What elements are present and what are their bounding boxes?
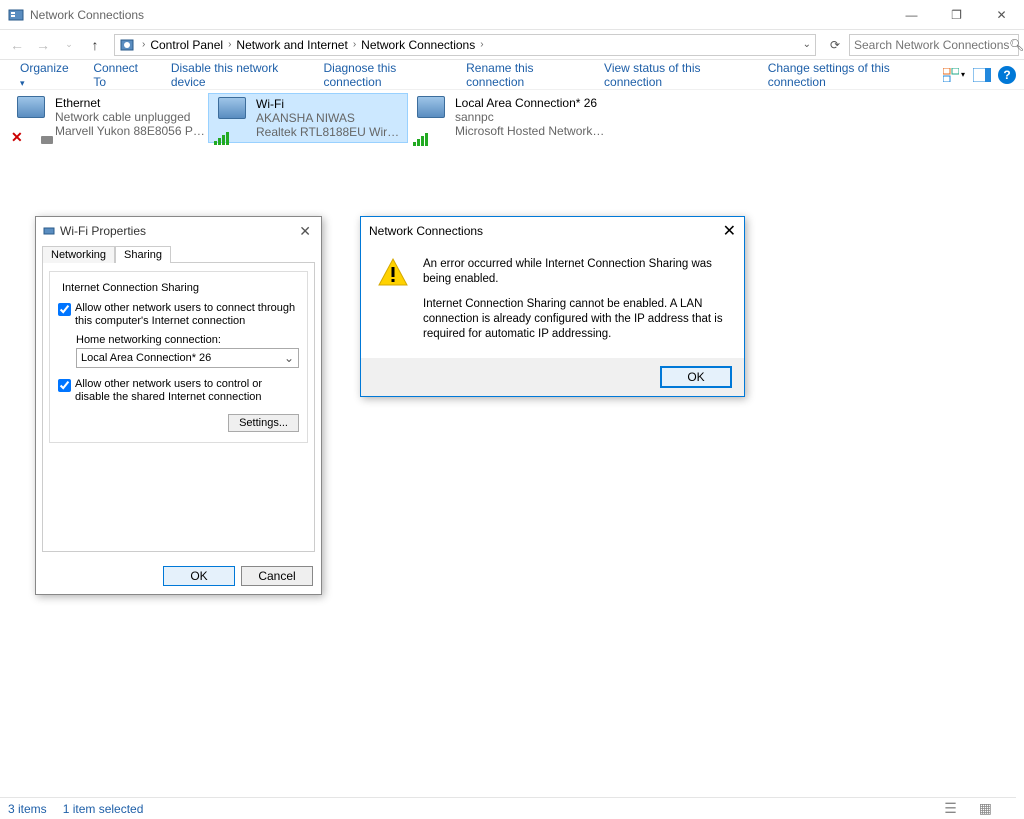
error-ok-button[interactable]: OK <box>660 366 732 388</box>
crumb-control-panel[interactable]: Control Panel <box>148 38 225 52</box>
ethernet-icon: ✕ <box>11 96 51 140</box>
allow-connect-label: Allow other network users to connect thr… <box>75 302 299 328</box>
minimize-button[interactable]: — <box>889 0 934 29</box>
address-history-dropdown[interactable]: ⌄ <box>803 39 811 50</box>
adapter-icon <box>42 224 56 238</box>
connection-item-wifi[interactable]: Wi-Fi AKANSHA NIWAS Realtek RTL8188EU Wi… <box>208 93 408 143</box>
view-layout-button[interactable]: ▾ <box>942 65 966 85</box>
wifi-icon <box>212 97 252 139</box>
ics-groupbox: Internet Connection Sharing Allow other … <box>49 271 308 443</box>
search-box[interactable]: 🔍︎ <box>849 34 1019 56</box>
preview-pane-button[interactable] <box>970 65 994 85</box>
dialog-close-button[interactable]: ✕ <box>295 223 315 240</box>
warning-icon <box>377 257 409 289</box>
home-networking-dropdown[interactable]: Local Area Connection* 26 <box>76 348 299 368</box>
large-icons-view-icon[interactable]: ▦ <box>979 800 992 817</box>
dialog-title: Wi-Fi Properties <box>60 224 146 238</box>
command-bar: Organize Connect To Disable this network… <box>0 60 1024 90</box>
ok-button[interactable]: OK <box>163 566 235 586</box>
control-panel-icon <box>8 7 24 23</box>
details-view-icon[interactable]: ☰ <box>944 800 957 817</box>
error-message-2: Internet Connection Sharing cannot be en… <box>423 297 728 342</box>
rename-link[interactable]: Rename this connection <box>454 61 592 89</box>
crumb-network-internet[interactable]: Network and Internet <box>234 38 349 52</box>
recent-dropdown[interactable]: ⌄ <box>57 33 81 57</box>
allow-control-checkbox[interactable] <box>58 379 71 392</box>
view-status-link[interactable]: View status of this connection <box>592 61 756 89</box>
home-networking-label: Home networking connection: <box>76 334 299 346</box>
breadcrumb[interactable]: › Control Panel › Network and Internet ›… <box>114 34 816 56</box>
tab-sharing[interactable]: Sharing <box>115 246 171 263</box>
refresh-button[interactable]: ⟳ <box>823 33 847 57</box>
error-message-1: An error occurred while Internet Connect… <box>423 257 728 287</box>
allow-control-label: Allow other network users to control or … <box>75 378 299 404</box>
search-icon: 🔍︎ <box>1009 38 1024 52</box>
connect-to-link[interactable]: Connect To <box>81 61 159 89</box>
disable-device-link[interactable]: Disable this network device <box>159 61 312 89</box>
status-bar: 3 items 1 item selected ☰ ▦ <box>0 797 1016 819</box>
maximize-button[interactable]: ❐ <box>934 0 979 29</box>
error-dialog-title: Network Connections <box>369 224 483 238</box>
diagnose-link[interactable]: Diagnose this connection <box>311 61 454 89</box>
address-bar: ← → ⌄ ↑ › Control Panel › Network and In… <box>0 30 1024 60</box>
crumb-network-connections[interactable]: Network Connections <box>359 38 477 52</box>
allow-connect-checkbox[interactable] <box>58 303 71 316</box>
back-button[interactable]: ← <box>5 33 29 57</box>
forward-button[interactable]: → <box>31 33 55 57</box>
error-title-bar[interactable]: Network Connections ✕ <box>361 217 744 245</box>
groupbox-legend: Internet Connection Sharing <box>60 282 201 294</box>
status-item-count: 3 items <box>8 802 47 816</box>
title-bar: Network Connections — ❐ ✕ <box>0 0 1024 30</box>
status-selected-count: 1 item selected <box>63 802 144 816</box>
connection-list: ✕ Ethernet Network cable unplugged Marve… <box>0 90 1024 146</box>
help-button[interactable]: ? <box>998 66 1016 84</box>
connection-item-lan26[interactable]: Local Area Connection* 26 sannpc Microso… <box>408 93 608 143</box>
connection-item-ethernet[interactable]: ✕ Ethernet Network cable unplugged Marve… <box>8 93 208 143</box>
change-settings-link[interactable]: Change settings of this connection <box>756 61 942 89</box>
location-icon <box>119 37 135 53</box>
search-input[interactable] <box>854 38 1009 52</box>
wifi-properties-dialog: Wi-Fi Properties ✕ Networking Sharing In… <box>35 216 322 595</box>
error-close-button[interactable]: ✕ <box>723 221 736 241</box>
wifi-icon <box>411 96 451 140</box>
settings-button[interactable]: Settings... <box>228 414 299 432</box>
tab-networking[interactable]: Networking <box>42 246 115 263</box>
error-dialog: Network Connections ✕ An error occurred … <box>360 216 745 397</box>
organize-menu[interactable]: Organize <box>8 61 81 89</box>
up-button[interactable]: ↑ <box>83 33 107 57</box>
cancel-button[interactable]: Cancel <box>241 566 313 586</box>
close-button[interactable]: ✕ <box>979 0 1024 29</box>
window-title: Network Connections <box>30 8 889 22</box>
dialog-title-bar[interactable]: Wi-Fi Properties ✕ <box>36 217 321 245</box>
